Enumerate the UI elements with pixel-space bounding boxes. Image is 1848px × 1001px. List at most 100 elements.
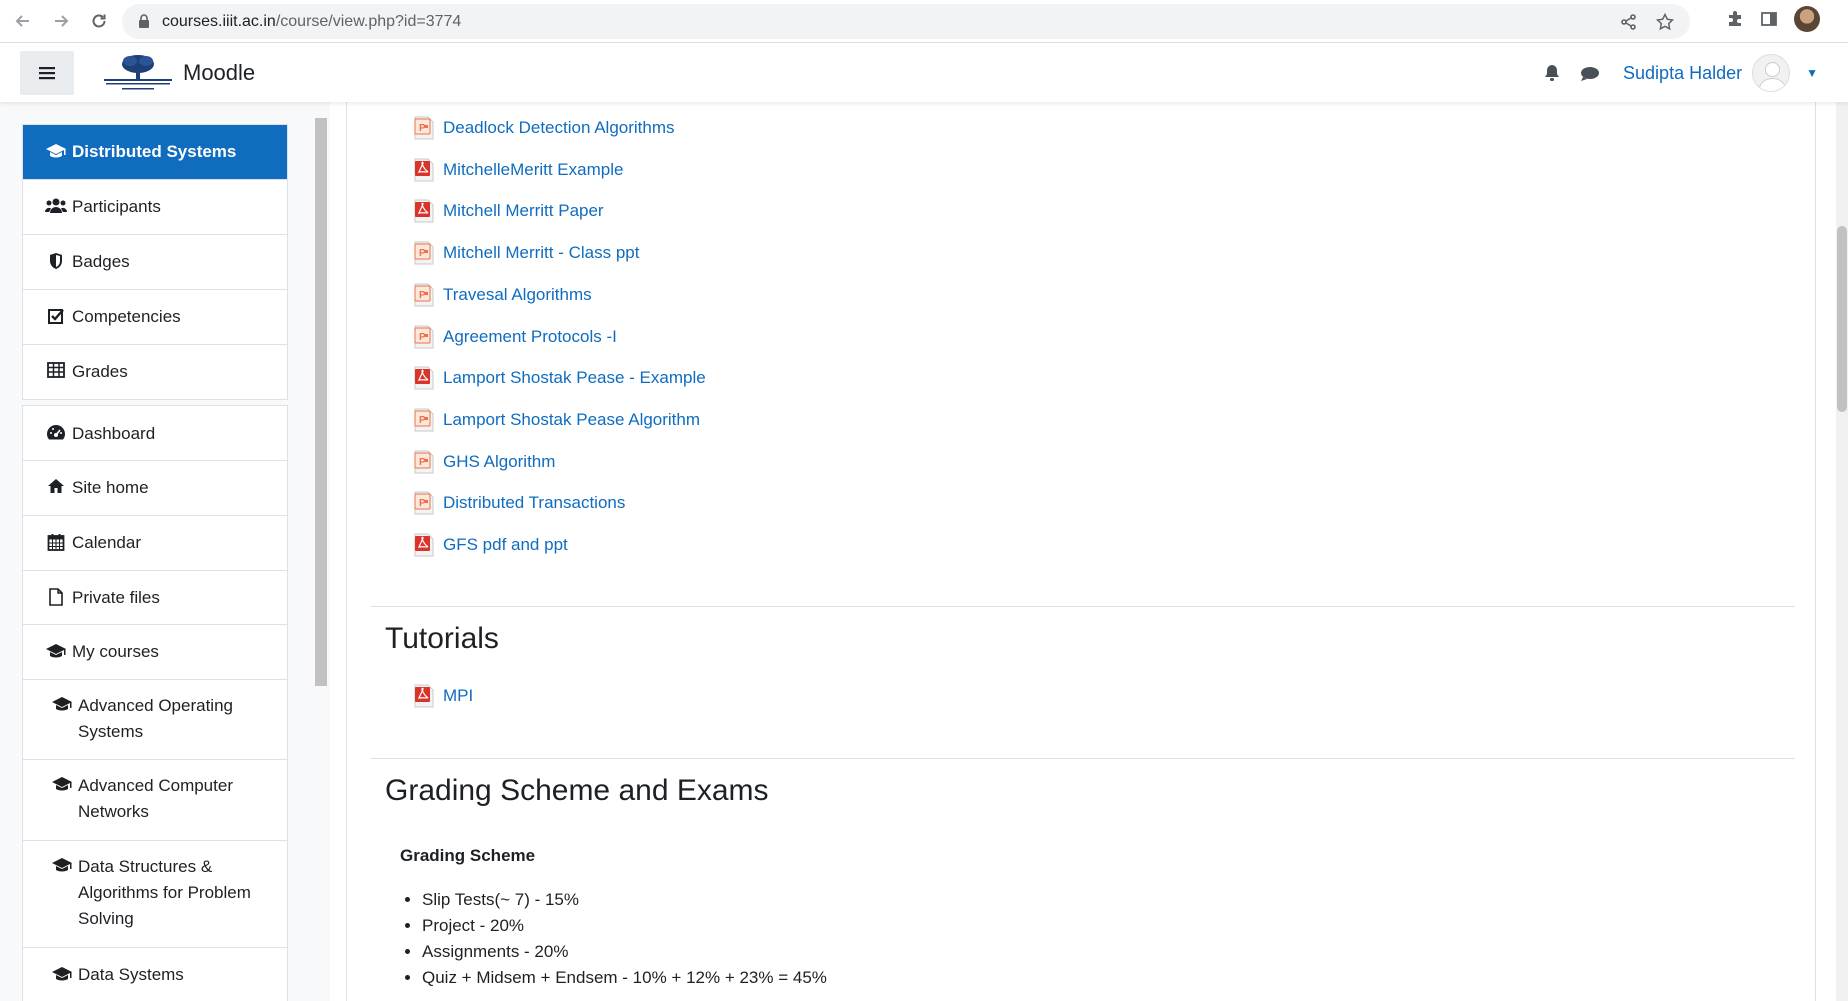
iiit-logo-icon[interactable] <box>100 52 176 94</box>
back-button[interactable] <box>8 6 38 36</box>
svg-text:P: P <box>419 457 426 468</box>
bookmark-star-icon[interactable] <box>1656 12 1674 31</box>
reload-button[interactable] <box>84 6 114 36</box>
sidebar-item-my-courses[interactable]: My courses <box>23 625 287 680</box>
svg-text:P: P <box>419 498 426 509</box>
url-path: /course/view.php?id=3774 <box>275 12 462 30</box>
moodle-navbar: Moodle Sudipta Halder ▼ <box>0 44 1848 102</box>
users-icon <box>45 197 67 215</box>
graduation-cap-icon <box>51 775 73 793</box>
powerpoint-file-icon: P <box>412 116 436 140</box>
dashboard-icon <box>45 424 67 440</box>
sidebar-item-site-home[interactable]: Site home <box>23 461 287 516</box>
powerpoint-file-icon: P <box>412 491 436 515</box>
grading-scheme-heading: Grading Scheme <box>400 846 536 865</box>
svg-text:P: P <box>419 123 426 134</box>
grading-item: Slip Tests(~ 7) - 15% <box>422 887 827 913</box>
page-scrollbar-thumb[interactable] <box>1837 226 1847 412</box>
sidebar-item-label: Calendar <box>72 533 141 552</box>
activity-link[interactable]: Deadlock Detection Algorithms <box>443 118 675 138</box>
notification-bell-icon[interactable] <box>1543 63 1561 83</box>
site-name[interactable]: Moodle <box>183 60 255 86</box>
hamburger-icon <box>39 67 55 80</box>
sidebar-course-advanced-computer-networks[interactable]: Advanced Computer Networks <box>23 760 287 841</box>
activity-item[interactable]: Lamport Shostak Pease - Example <box>412 366 706 390</box>
activity-link[interactable]: MitchelleMeritt Example <box>443 160 623 180</box>
svg-text:P: P <box>419 290 426 301</box>
sidebar-item-distributed-systems[interactable]: Distributed Systems <box>23 125 287 180</box>
side-panel-icon[interactable] <box>1760 10 1778 28</box>
grading-item: Assignments - 20% <box>422 939 827 965</box>
page-scrollbar[interactable] <box>1836 44 1848 1001</box>
activity-item[interactable]: MitchelleMeritt Example <box>412 158 623 182</box>
sidebar-item-dashboard[interactable]: Dashboard <box>23 406 287 461</box>
powerpoint-file-icon: P <box>412 283 436 307</box>
activity-link[interactable]: Travesal Algorithms <box>443 285 592 305</box>
graduation-cap-icon <box>45 642 67 660</box>
extensions-icon[interactable] <box>1726 10 1744 28</box>
url-host: courses.iiit.ac.in <box>162 12 276 30</box>
svg-text:P: P <box>419 248 426 259</box>
grading-item: Project - 20% <box>422 913 827 939</box>
powerpoint-file-icon: P <box>412 450 436 474</box>
graduation-cap-icon <box>45 142 67 160</box>
activity-item[interactable]: P GHS Algorithm <box>412 450 555 474</box>
sidebar-item-competencies[interactable]: Competencies <box>23 290 287 345</box>
calendar-icon <box>45 533 67 551</box>
activity-item[interactable]: P Deadlock Detection Algorithms <box>412 116 675 140</box>
powerpoint-file-icon: P <box>412 408 436 432</box>
messages-icon[interactable] <box>1579 64 1601 82</box>
sidebar-course-advanced-operating-systems[interactable]: Advanced Operating Systems <box>23 680 287 760</box>
activity-item[interactable]: P Lamport Shostak Pease Algorithm <box>412 408 700 432</box>
user-menu-name[interactable]: Sudipta Halder <box>1623 63 1742 84</box>
activity-link[interactable]: Distributed Transactions <box>443 493 625 513</box>
user-avatar[interactable] <box>1752 54 1791 92</box>
file-icon <box>45 588 67 606</box>
sidebar-item-participants[interactable]: Participants <box>23 180 287 235</box>
sidebar-item-badges[interactable]: Badges <box>23 235 287 290</box>
grading-item: Quiz + Midsem + Endsem - 10% + 12% + 23%… <box>422 965 827 991</box>
activity-item[interactable]: P Distributed Transactions <box>412 491 625 515</box>
sidebar-scrollbar-thumb[interactable] <box>315 118 327 686</box>
activity-link[interactable]: Lamport Shostak Pease Algorithm <box>443 410 700 430</box>
sidebar-item-calendar[interactable]: Calendar <box>23 516 287 571</box>
address-bar[interactable]: courses.iiit.ac.in/course/view.php?id=37… <box>122 4 1690 39</box>
sidebar-course-data-systems[interactable]: Data Systems <box>23 948 287 1001</box>
sidebar-item-label: Dashboard <box>72 424 156 443</box>
sidebar-item-label: Badges <box>72 252 130 271</box>
svg-text:P: P <box>419 332 426 343</box>
sidebar-course-dsa-problem-solving[interactable]: Data Structures & Algorithms for Problem… <box>23 841 287 948</box>
course-nav-group: Distributed Systems Participants Badges … <box>22 124 288 400</box>
sidebar-item-label: Private files <box>72 588 160 607</box>
course-content: P Deadlock Detection Algorithms MitchelleM… <box>346 102 1816 1001</box>
arrow-right-icon <box>55 15 69 27</box>
activity-item[interactable]: P Agreement Protocols -I <box>412 325 617 349</box>
sidebar-item-grades[interactable]: Grades <box>23 345 287 399</box>
activity-link[interactable]: Lamport Shostak Pease - Example <box>443 368 706 388</box>
activity-link[interactable]: MPI <box>443 686 473 706</box>
activity-link[interactable]: GHS Algorithm <box>443 452 555 472</box>
activity-link[interactable]: Mitchell Merritt Paper <box>443 201 604 221</box>
arrow-left-icon <box>15 15 29 27</box>
activity-link[interactable]: GFS pdf and ppt <box>443 535 568 555</box>
browser-profile-avatar[interactable] <box>1794 6 1820 32</box>
check-square-icon <box>45 307 67 325</box>
activity-mpi[interactable]: MPI <box>412 684 473 708</box>
user-menu-caret-icon[interactable]: ▼ <box>1806 66 1818 80</box>
sidebar-item-label: Participants <box>72 197 161 216</box>
drawer-toggle-button[interactable] <box>20 51 74 95</box>
activity-link[interactable]: Agreement Protocols -I <box>443 327 617 347</box>
activity-link[interactable]: Mitchell Merritt - Class ppt <box>443 243 639 263</box>
activity-item[interactable]: P Mitchell Merritt - Class ppt <box>412 241 639 265</box>
activity-item[interactable]: Mitchell Merritt Paper <box>412 199 604 223</box>
lock-icon <box>139 14 149 28</box>
grading-list: Slip Tests(~ 7) - 15% Project - 20% Assi… <box>422 887 827 991</box>
activity-item[interactable]: P Travesal Algorithms <box>412 283 592 307</box>
share-icon[interactable] <box>1620 13 1638 31</box>
forward-button[interactable] <box>46 6 76 36</box>
activity-item[interactable]: GFS pdf and ppt <box>412 533 568 557</box>
sidebar-item-private-files[interactable]: Private files <box>23 571 287 625</box>
section-divider <box>371 606 1795 607</box>
sidebar-item-label: Site home <box>72 478 149 497</box>
reload-icon <box>92 14 106 28</box>
